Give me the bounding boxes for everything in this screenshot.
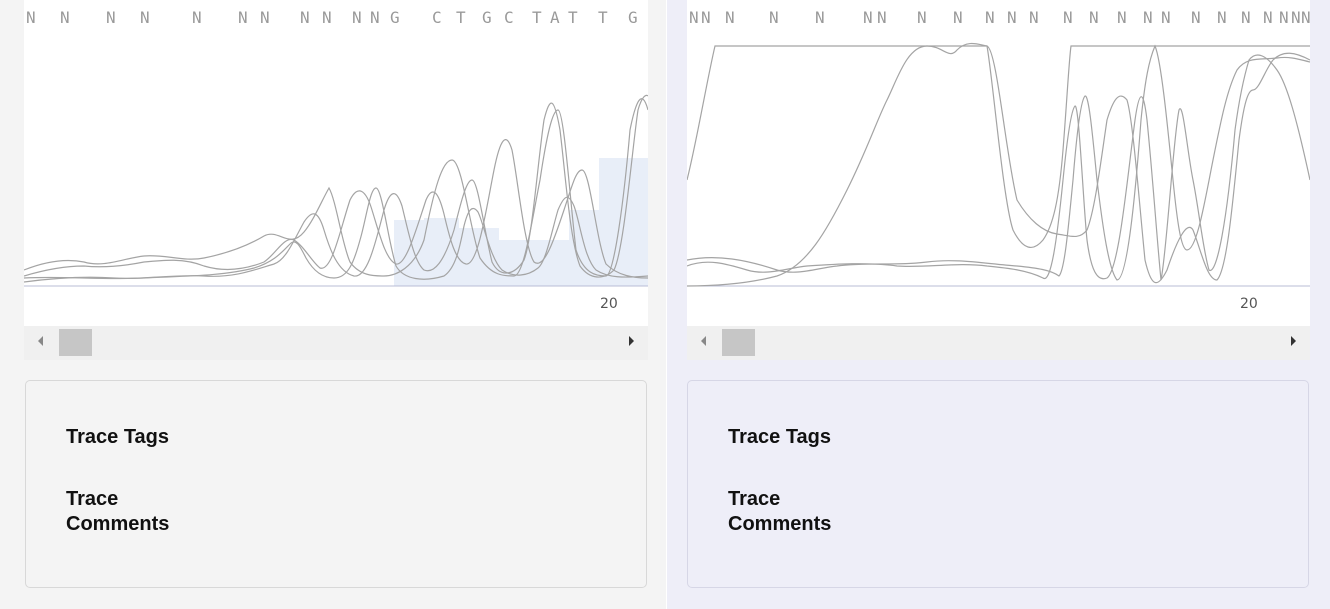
base-call-row: N N N N N N N N N N N N N N N N N N N N … bbox=[687, 8, 1310, 30]
base-call: C bbox=[504, 8, 514, 27]
base-call: N bbox=[192, 8, 202, 27]
base-call: N bbox=[140, 8, 150, 27]
base-call: N bbox=[60, 8, 70, 27]
scroll-thumb[interactable] bbox=[59, 329, 92, 356]
base-call: N bbox=[1161, 8, 1171, 27]
base-call: N bbox=[917, 8, 927, 27]
base-call: N bbox=[1117, 8, 1127, 27]
trace-comments-label: Trace Comments bbox=[66, 488, 170, 535]
horizontal-scrollbar[interactable] bbox=[687, 326, 1310, 360]
trace-line-a bbox=[687, 45, 1310, 248]
base-call: N bbox=[370, 8, 380, 27]
position-label: 20 bbox=[1240, 296, 1258, 312]
scroll-right-arrow-icon[interactable] bbox=[1291, 336, 1296, 346]
base-call: G bbox=[628, 8, 638, 27]
scroll-left-arrow-icon[interactable] bbox=[38, 336, 43, 346]
quality-bar bbox=[394, 220, 424, 286]
base-call: C bbox=[432, 8, 442, 27]
base-call: N bbox=[815, 8, 825, 27]
trace-view[interactable]: N N N N N N N N N N N G C T G C T A T T … bbox=[24, 0, 648, 326]
base-call: N bbox=[1279, 8, 1289, 27]
base-call: N bbox=[769, 8, 779, 27]
trace-line-t bbox=[687, 44, 1310, 281]
base-call: N bbox=[1063, 8, 1073, 27]
base-call: N bbox=[260, 8, 270, 27]
trace-panel-right: N N N N N N N N N N N N N N N N N N N N … bbox=[667, 0, 1330, 609]
base-call: N bbox=[953, 8, 963, 27]
trace-comments-label: Trace Comments bbox=[728, 488, 832, 535]
base-call: N bbox=[1143, 8, 1153, 27]
base-call: G bbox=[390, 8, 400, 27]
quality-bar bbox=[459, 228, 499, 286]
base-call: N bbox=[1291, 8, 1301, 27]
base-call-row: N N N N N N N N N N N G C T G C T A T T … bbox=[24, 8, 648, 30]
scroll-left-arrow-icon[interactable] bbox=[701, 336, 706, 346]
trace-panel-left: N N N N N N N N N N N G C T G C T A T T … bbox=[0, 0, 666, 609]
base-call: T bbox=[456, 8, 466, 27]
base-call: N bbox=[238, 8, 248, 27]
quality-bar bbox=[599, 158, 648, 286]
chromatogram bbox=[687, 42, 1310, 287]
base-call: G bbox=[482, 8, 492, 27]
base-call: N bbox=[300, 8, 310, 27]
base-call: T bbox=[568, 8, 578, 27]
base-call: N bbox=[877, 8, 887, 27]
base-call: A bbox=[550, 8, 560, 27]
base-call: N bbox=[701, 8, 711, 27]
trace-tags-label: Trace Tags bbox=[66, 426, 170, 448]
trace-info-box: Trace Tags Trace Comments bbox=[25, 380, 647, 588]
scroll-thumb[interactable] bbox=[722, 329, 755, 356]
base-call: N bbox=[352, 8, 362, 27]
scroll-right-arrow-icon[interactable] bbox=[629, 336, 634, 346]
quality-bar bbox=[424, 218, 459, 286]
base-call: N bbox=[26, 8, 36, 27]
base-call: N bbox=[1217, 8, 1227, 27]
base-call: N bbox=[322, 8, 332, 27]
base-call: N bbox=[1263, 8, 1273, 27]
base-call: N bbox=[863, 8, 873, 27]
trace-view[interactable]: N N N N N N N N N N N N N N N N N N N N … bbox=[687, 0, 1310, 326]
chromatogram bbox=[24, 94, 648, 287]
horizontal-scrollbar[interactable] bbox=[24, 326, 648, 360]
base-call: N bbox=[689, 8, 699, 27]
base-call: N bbox=[1241, 8, 1251, 27]
base-call: T bbox=[598, 8, 608, 27]
base-call: N bbox=[106, 8, 116, 27]
base-call: N bbox=[1007, 8, 1017, 27]
position-label: 20 bbox=[600, 296, 618, 312]
trace-info-box: Trace Tags Trace Comments bbox=[687, 380, 1309, 588]
base-call: N bbox=[985, 8, 995, 27]
trace-tags-label: Trace Tags bbox=[728, 426, 832, 448]
base-call: N bbox=[1029, 8, 1039, 27]
base-call: N bbox=[1191, 8, 1201, 27]
base-call: N bbox=[1089, 8, 1099, 27]
trace-line-g bbox=[687, 42, 1310, 287]
base-call: T bbox=[532, 8, 542, 27]
base-call: N bbox=[725, 8, 735, 27]
base-call: N bbox=[1301, 8, 1310, 27]
quality-bar bbox=[499, 240, 529, 286]
